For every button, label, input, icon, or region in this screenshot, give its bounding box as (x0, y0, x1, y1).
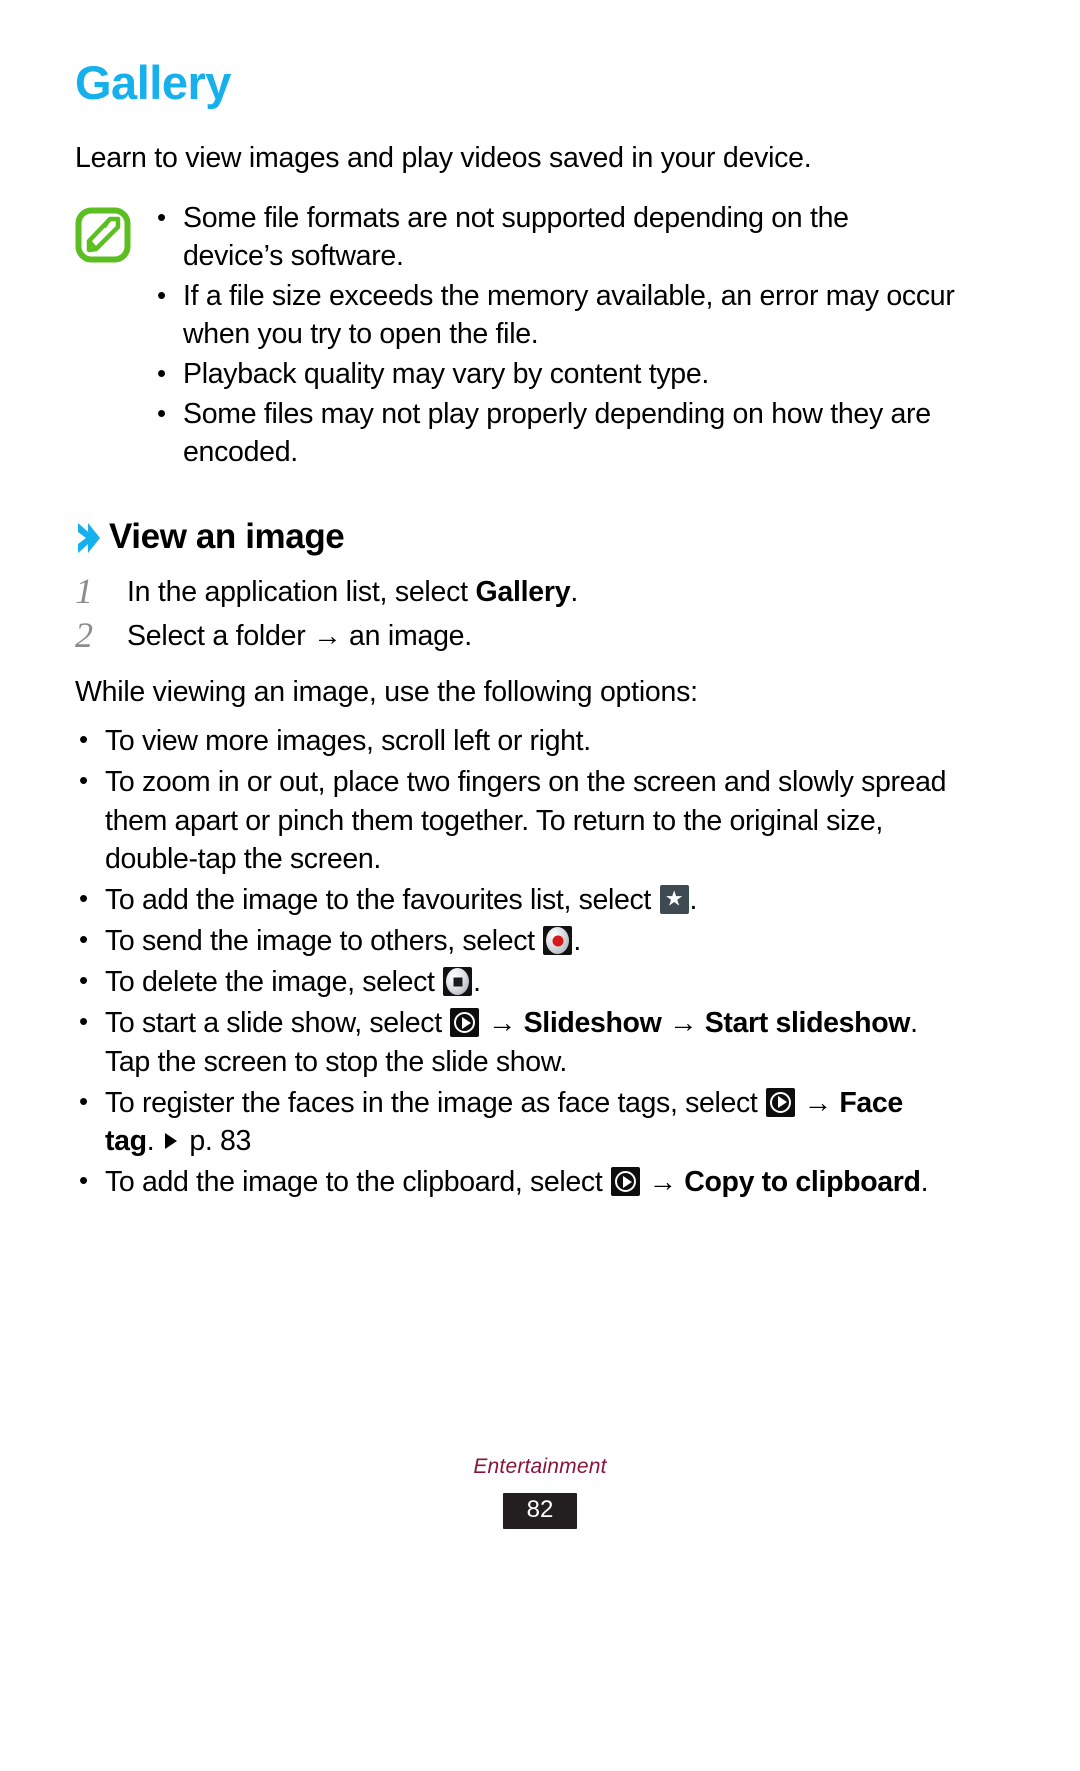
star-glyph: ★ (664, 887, 684, 911)
option-text-prefix: To send the image to others, select (105, 925, 543, 958)
page-number-badge: 82 (503, 1493, 577, 1529)
star-icon: ★ (659, 884, 689, 914)
step-text: Select a folder → an image. (127, 620, 472, 653)
delete-icon-square (453, 977, 463, 987)
arrow-glyph: → (661, 1007, 705, 1040)
option-clipboard: To add the image to the clipboard, selec… (75, 1163, 955, 1201)
option-text-suffix: . (573, 925, 581, 958)
option-text-prefix: To start a slide show, select (105, 1007, 450, 1040)
option-text-suffix: . (920, 1166, 929, 1199)
menu-label-slideshow: Slideshow (523, 1007, 662, 1040)
delete-icon (443, 967, 473, 997)
option-text-prefix: To register the faces in the image as fa… (105, 1086, 766, 1119)
more-options-icon (450, 1008, 480, 1038)
menu-label-start-slideshow: Start slideshow (704, 1007, 911, 1040)
options-list: To view more images, scroll left or righ… (75, 722, 955, 1201)
option-favourite: To add the image to the favourites list,… (75, 881, 955, 919)
page-footer: Entertainment 82 (0, 1455, 1080, 1529)
more-options-icon (610, 1167, 640, 1197)
page-title: Gallery (75, 56, 231, 109)
step-text-bold: Gallery (475, 576, 571, 609)
option-text: To view more images, scroll left or righ… (105, 725, 591, 758)
step-text-suffix: . (570, 576, 579, 609)
send-icon (543, 926, 573, 956)
option-zoom: To zoom in or out, place two fingers on … (75, 763, 955, 878)
option-text: To zoom in or out, place two fingers on … (105, 766, 947, 875)
option-text-suffix: . (689, 883, 698, 916)
option-slideshow: To start a slide show, select → Slidesho… (75, 1004, 955, 1080)
step-number: 1 (75, 571, 93, 612)
note-pencil-icon (75, 207, 131, 263)
section-heading-label: View an image (109, 517, 345, 557)
option-text-prefix: To add the image to the clipboard, selec… (105, 1166, 610, 1199)
note-list: Some file formats are not supported depe… (153, 200, 955, 471)
option-text-prefix: To add the image to the favourites list,… (105, 883, 659, 916)
more-options-icon (766, 1087, 796, 1117)
option-scroll: To view more images, scroll left or righ… (75, 722, 955, 760)
more-options-triangle (462, 1016, 472, 1029)
step-number: 2 (75, 615, 93, 656)
section-heading-view-an-image: View an image (75, 519, 955, 554)
triangle-reference-icon (164, 1133, 177, 1150)
arrow-glyph: → (640, 1166, 685, 1199)
arrow-glyph: → (796, 1086, 840, 1119)
more-options-triangle (778, 1096, 788, 1109)
steps-list: 1 In the application list, select Galler… (75, 571, 955, 656)
note-callout: Some file formats are not supported depe… (75, 200, 955, 471)
note-list-item: Some file formats are not supported depe… (153, 200, 955, 276)
page-reference: p. 83 (181, 1125, 252, 1158)
option-text-mid: . (146, 1125, 162, 1158)
footer-chapter-label: Entertainment (473, 1455, 607, 1478)
note-list-item: Playback quality may vary by content typ… (153, 356, 955, 394)
note-body: Some file formats are not supported depe… (153, 200, 955, 471)
more-options-triangle (622, 1175, 632, 1188)
option-text-suffix: . (473, 966, 481, 999)
page-content: Gallery Learn to view images and play vi… (75, 58, 955, 1204)
note-list-item: Some files may not play properly dependi… (153, 396, 955, 472)
option-text-prefix: To delete the image, select (105, 966, 443, 999)
intro-paragraph: Learn to view images and play videos sav… (75, 142, 812, 175)
menu-label-copy-to-clipboard: Copy to clipboard (684, 1166, 921, 1199)
chevron-right-icon (75, 521, 101, 555)
send-icon-dot (552, 935, 564, 947)
step-item-2: 2 Select a folder → an image. (75, 615, 955, 656)
option-face-tag: To register the faces in the image as fa… (75, 1084, 955, 1160)
step-text-prefix: In the application list, select (127, 576, 476, 609)
note-list-item: If a file size exceeds the memory availa… (153, 278, 955, 354)
arrow-glyph: → (480, 1007, 524, 1040)
option-send: To send the image to others, select . (75, 922, 955, 960)
options-lead-in: While viewing an image, use the followin… (75, 676, 698, 709)
manual-page: Gallery Learn to view images and play vi… (0, 0, 1080, 1771)
option-delete: To delete the image, select . (75, 963, 955, 1001)
step-item-1: 1 In the application list, select Galler… (75, 571, 955, 612)
